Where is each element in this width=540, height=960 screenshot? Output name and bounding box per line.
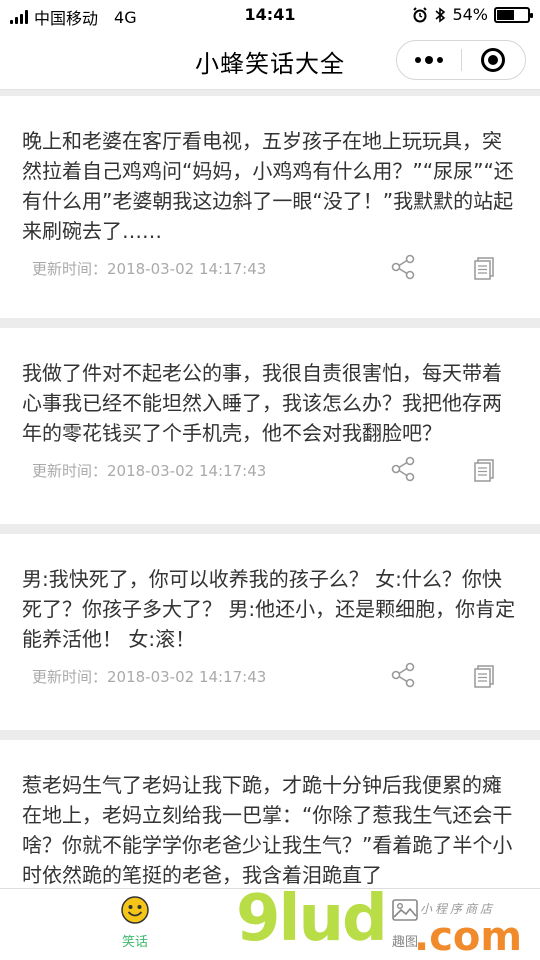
copy-icon[interactable]: [472, 458, 496, 482]
copy-icon[interactable]: [472, 664, 496, 688]
nav-bar: 小蜂笑话大全: [0, 30, 540, 90]
share-icon[interactable]: [390, 662, 416, 688]
update-time: 更新时间：2018-03-02 14:17:43: [32, 260, 267, 278]
bluetooth-icon: [435, 6, 446, 23]
more-dots-icon: [414, 56, 443, 64]
copy-icon[interactable]: [472, 256, 496, 280]
tab-bar: 笑话 趣图: [0, 888, 540, 960]
close-program-button[interactable]: [462, 40, 526, 80]
joke-text: 惹老妈生气了老妈让我下跪，才跪十分钟后我便累的瘫在地上，老妈立刻给我一巴掌：“你…: [22, 773, 513, 887]
joke-card[interactable]: 晚上和老婆在客厅看电视，五岁孩子在地上玩玩具，突然拉着自己鸡鸡问“妈妈，小鸡鸡有…: [0, 96, 540, 318]
tab-jokes[interactable]: 笑话: [75, 895, 195, 950]
status-bar: 中国移动 4G 14:41 54%: [0, 0, 540, 30]
tab-label: 趣图: [391, 935, 418, 950]
joke-text: 男:我快死了，你可以收养我的孩子么？ 女:什么？你快死了？你孩子多大了？ 男:他…: [22, 567, 516, 651]
joke-feed: 晚上和老婆在客厅看电视，五岁孩子在地上玩玩具，突然拉着自己鸡鸡问“妈妈，小鸡鸡有…: [0, 96, 540, 950]
alarm-icon: [413, 6, 428, 22]
battery-percent: 54%: [452, 5, 488, 24]
tab-pictures[interactable]: 趣图: [345, 895, 465, 950]
update-time: 更新时间：2018-03-02 14:17:43: [32, 462, 267, 480]
status-right: 54%: [412, 5, 533, 24]
more-button[interactable]: [397, 40, 461, 80]
card-meta: 更新时间：2018-03-02 14:17:43: [22, 654, 518, 714]
card-meta: 更新时间：2018-03-02 14:17:43: [22, 448, 518, 508]
joke-card[interactable]: 男:我快死了，你可以收养我的孩子么？ 女:什么？你快死了？你孩子多大了？ 男:他…: [0, 534, 540, 730]
mini-program-capsule: [396, 40, 526, 80]
tab-label: 笑话: [121, 935, 148, 950]
card-meta: 更新时间：2018-03-02 14:17:43: [22, 246, 518, 306]
joke-text: 我做了件对不起老公的事，我很自责很害怕，每天带着心事我已经不能坦然入睡了，我该怎…: [22, 361, 502, 445]
joke-card[interactable]: 我做了件对不起老公的事，我很自责很害怕，每天带着心事我已经不能坦然入睡了，我该怎…: [0, 328, 540, 524]
share-icon[interactable]: [390, 456, 416, 482]
joke-text: 晚上和老婆在客厅看电视，五岁孩子在地上玩玩具，突然拉着自己鸡鸡问“妈妈，小鸡鸡有…: [22, 129, 514, 243]
battery-icon: [494, 6, 533, 23]
image-icon: [392, 899, 418, 921]
target-icon: [481, 48, 506, 72]
update-time: 更新时间：2018-03-02 14:17:43: [32, 668, 267, 686]
smiley-icon: [121, 896, 149, 924]
share-icon[interactable]: [390, 254, 416, 280]
